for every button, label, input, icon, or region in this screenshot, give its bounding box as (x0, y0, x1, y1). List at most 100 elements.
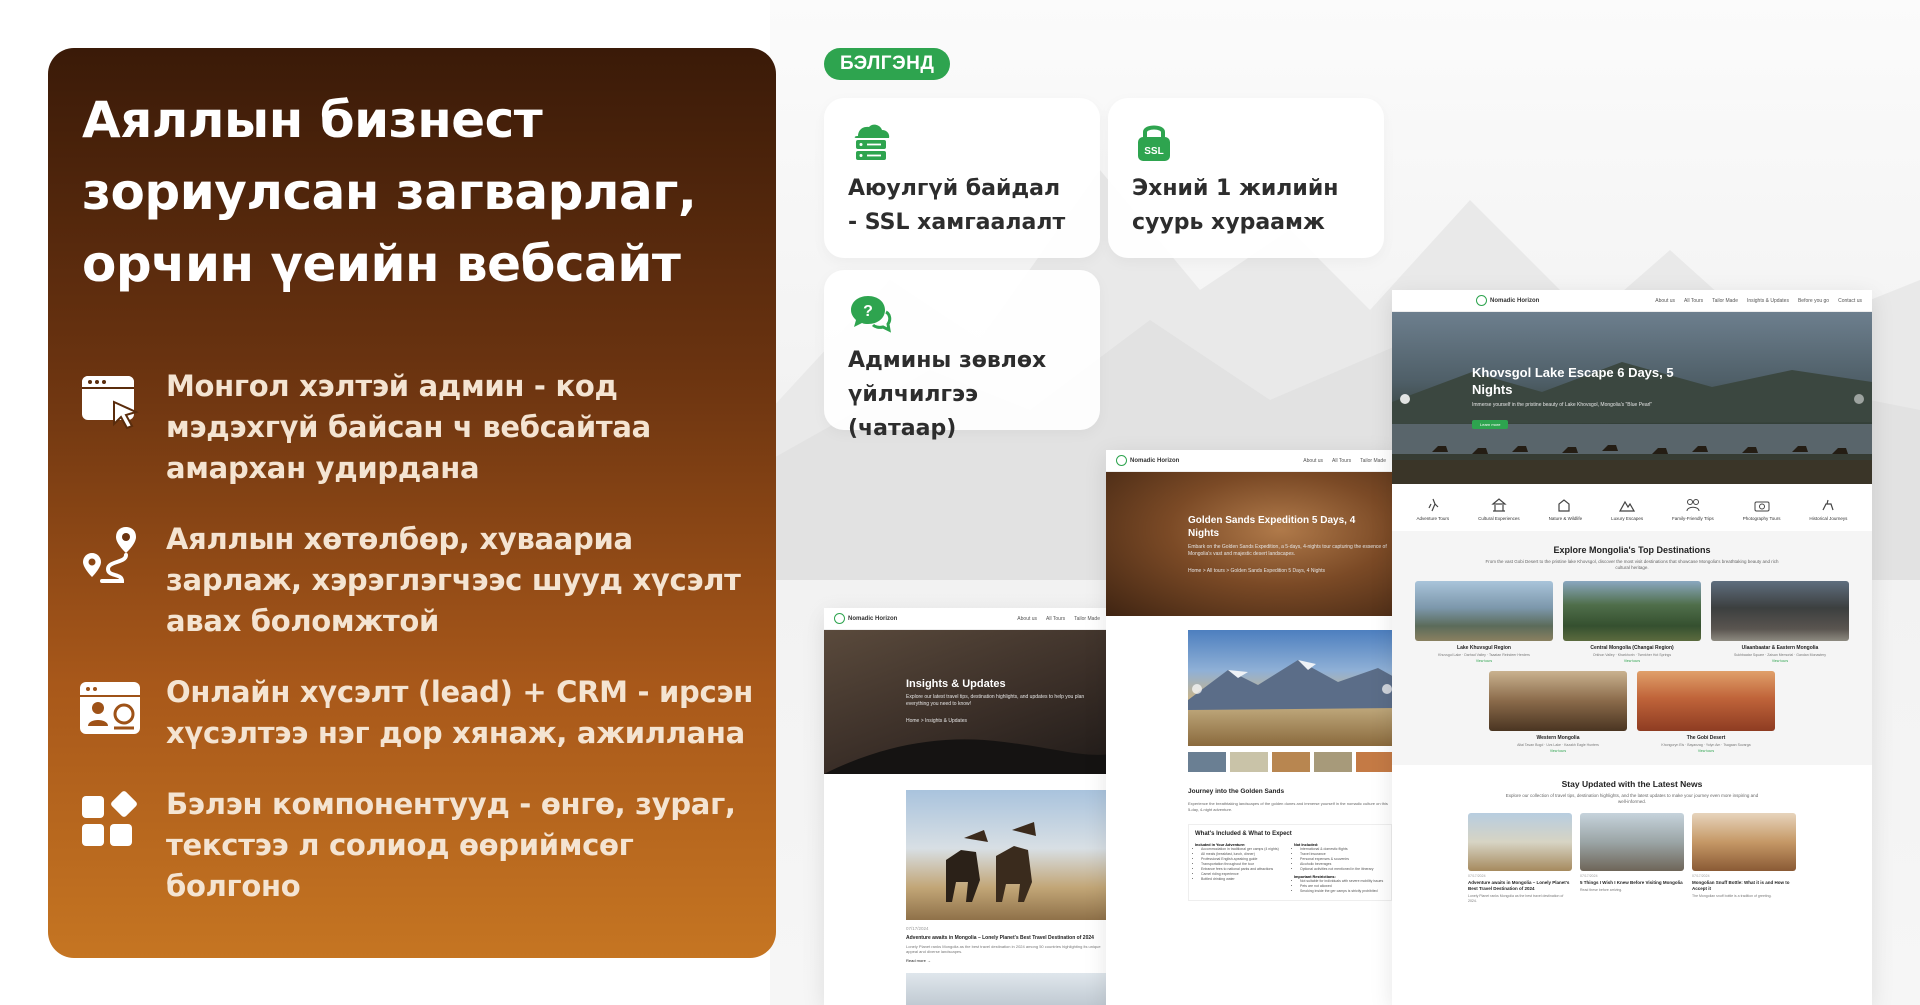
svg-text:SSL: SSL (1144, 146, 1163, 157)
destination-card[interactable]: Western Mongolia Altai Tavan Bogd · Uvs … (1489, 671, 1627, 753)
route-pin-icon (78, 523, 142, 587)
destination-card[interactable]: Central Mongolia (Changai Region) Orkhon… (1563, 581, 1701, 663)
promo-title: Аяллын бизнест зориулсан загварлаг, орчи… (82, 91, 697, 293)
section-title: Explore Mongolia's Top Destinations (1553, 545, 1711, 555)
category-row: Adventure Tours Cultural Experiences Nat… (1392, 484, 1872, 531)
feature-item: Аяллын хөтөлбөр, хуваариа зарлаж, хэрэгл… (78, 519, 758, 642)
read-more-link[interactable]: Read more → (906, 958, 1110, 963)
feature-list: Монгол хэлтэй админ - код мэдэхгүй байса… (78, 366, 758, 937)
thumbnail[interactable] (1314, 752, 1352, 772)
nav-link[interactable]: About us (1303, 458, 1323, 464)
mock-navbar: Nomadic Horizon About us All Tours Tailo… (1392, 290, 1872, 312)
hiker-icon (1428, 498, 1439, 512)
tour-gallery: Journey into the Golden Sands Experience… (1106, 616, 1396, 901)
chat-help-icon: ? (848, 292, 892, 336)
section-subtitle: From the vast Gobi Desert to the pristin… (1485, 559, 1779, 570)
ssl-card: Аюулгүй байдал - SSL хамгаалалт (824, 98, 1100, 258)
hero-subtitle: Immerse yourself in the pristine beauty … (1472, 402, 1653, 408)
destinations-section: Explore Mongolia's Top Destinations From… (1392, 531, 1872, 765)
included-title: What's Included & What to Expect (1195, 831, 1292, 837)
card-text: Админы зөвлөх үйлчилгээ (чатаар) (848, 348, 1047, 441)
feature-text: Бэлэн компонентууд - өнгө, зураг, текстэ… (166, 787, 736, 903)
category-photography[interactable]: Photography Tours (1743, 498, 1780, 521)
browser-click-icon (78, 370, 142, 434)
brand-logo: Nomadic Horizon (1476, 295, 1539, 306)
hero-subtitle: Embark on the Golden Sands Expedition, a… (1188, 544, 1387, 557)
section-text: Experience the breathtaking landscapes o… (1188, 801, 1388, 812)
blog-post[interactable]: 07/17/2024 Adventure awaits in Mongolia … (824, 774, 1110, 1005)
hero-title: Khovsgol Lake Escape 6 Days, 5 Nights (1472, 365, 1674, 397)
category-family[interactable]: Family-Friendly Trips (1672, 498, 1714, 521)
feature-item: Онлайн хүсэлт (lead) + CRM - ирсэн хүсэл… (78, 672, 758, 754)
rider-icon (1822, 499, 1834, 511)
section-title: Journey into the Golden Sands (1188, 788, 1285, 795)
nav-link[interactable]: All Tours (1332, 458, 1351, 464)
hero-title: Golden Sands Expedition 5 Days, 4 Nights (1188, 515, 1356, 539)
nav-link[interactable]: Contact us (1838, 298, 1862, 304)
feature-text: Монгол хэлтэй админ - код мэдэхгүй байса… (166, 369, 651, 485)
brand-logo: Nomadic Horizon (834, 613, 897, 624)
slider-prev-button[interactable] (1400, 394, 1410, 404)
destination-card[interactable]: Lake Khuvsgul Region Khuvsgul Lake · Dar… (1415, 581, 1553, 663)
nav-link[interactable]: About us (1655, 298, 1675, 304)
post-date: 07/17/2024 (906, 926, 929, 931)
cloud-server-icon (848, 120, 892, 164)
hero-banner: Golden Sands Expedition 5 Days, 4 Nights… (1106, 472, 1396, 616)
category-historical[interactable]: Historical Journeys (1809, 498, 1847, 521)
card-text: Аюулгүй байдал - SSL хамгаалалт (848, 176, 1066, 235)
included-list: Accommodation in traditional ger camps (… (1195, 847, 1286, 882)
included-box: What's Included & What to Expect Include… (1188, 824, 1392, 901)
camera-icon (1754, 501, 1770, 512)
gallery-main-image (1188, 630, 1396, 746)
learn-more-button[interactable]: Learn more (1472, 420, 1509, 429)
mockup-homepage: Nomadic Horizon About us All Tours Tailo… (1392, 290, 1872, 1005)
gallery-thumbnails (1188, 752, 1396, 772)
feature-item: Бэлэн компонентууд - өнгө, зураг, текстэ… (78, 784, 758, 907)
gift-badge: БЭЛГЭНД (824, 48, 951, 80)
news-card[interactable]: 07/17/2024 Mongolian Snuff Bottle: What … (1692, 813, 1796, 904)
promo-panel: Аяллын бизнест зориулсан загварлаг, орчи… (48, 48, 776, 958)
feature-text: Аяллын хөтөлбөр, хуваариа зарлаж, хэрэгл… (166, 522, 741, 638)
category-cultural[interactable]: Cultural Experiences (1478, 498, 1520, 521)
post-image (906, 790, 1110, 920)
category-luxury[interactable]: Luxury Escapes (1611, 498, 1643, 521)
thumbnail[interactable] (1230, 752, 1268, 772)
nav-link[interactable]: All Tours (1046, 616, 1065, 622)
destination-card[interactable]: The Gobi Desert Khongoryn Els · Bayanzag… (1637, 671, 1775, 753)
nav-link[interactable]: Tailor Made (1360, 458, 1386, 464)
thumbnail[interactable] (1356, 752, 1394, 772)
nav-link[interactable]: Before you go (1798, 298, 1829, 304)
mock-navbar: Nomadic Horizon About us All Tours Tailo… (824, 608, 1110, 630)
nav-link[interactable]: Tailor Made (1712, 298, 1738, 304)
brand-logo: Nomadic Horizon (1116, 455, 1179, 466)
destination-card[interactable]: Ulaanbaatar & Eastern Mongolia Sukhbaata… (1711, 581, 1849, 663)
nav-link[interactable]: Tailor Made (1074, 616, 1100, 622)
nav-link[interactable]: About us (1017, 616, 1037, 622)
news-card[interactable]: 07/17/2024 5 Things I Wish I Knew Before… (1580, 813, 1684, 904)
restrictions-list: Not suitable for individuals with severe… (1294, 879, 1385, 894)
ssl-lock-icon: SSL (1132, 120, 1176, 164)
gallery-prev-button[interactable] (1192, 684, 1202, 694)
gallery-next-button[interactable] (1382, 684, 1392, 694)
news-card[interactable]: 07/17/2024 Adventure awaits in Mongolia … (1468, 813, 1572, 904)
house-tree-icon (1558, 499, 1570, 512)
mountain-icon (1619, 500, 1636, 512)
fee-card: SSL Эхний 1 жилийн суурь хураамж (1108, 98, 1384, 258)
temple-icon (1491, 498, 1507, 512)
thumbnail[interactable] (1272, 752, 1310, 772)
slider-next-button[interactable] (1854, 394, 1864, 404)
nav-link[interactable]: Insights & Updates (1747, 298, 1789, 304)
category-adventure[interactable]: Adventure Tours (1416, 498, 1449, 521)
hero-subtitle: Explore our latest travel tips, destinat… (906, 694, 1085, 707)
nav-link[interactable]: All Tours (1684, 298, 1703, 304)
hero-banner: Insights & Updates Explore our latest tr… (824, 630, 1110, 774)
category-nature[interactable]: Nature & Wildlife (1549, 498, 1582, 521)
svg-text:?: ? (863, 303, 873, 320)
breadcrumb: Home > Insights & Updates (906, 718, 968, 724)
thumbnail[interactable] (1188, 752, 1226, 772)
family-icon (1686, 499, 1700, 512)
post-excerpt: Lonely Planet ranks Mongolia as the best… (906, 943, 1101, 955)
mockup-tour-detail: Nomadic Horizon About us All Tours Tailo… (1106, 450, 1396, 1005)
feature-text: Онлайн хүсэлт (lead) + CRM - ирсэн хүсэл… (166, 675, 754, 750)
card-text: Эхний 1 жилийн суурь хураамж (1132, 176, 1339, 235)
